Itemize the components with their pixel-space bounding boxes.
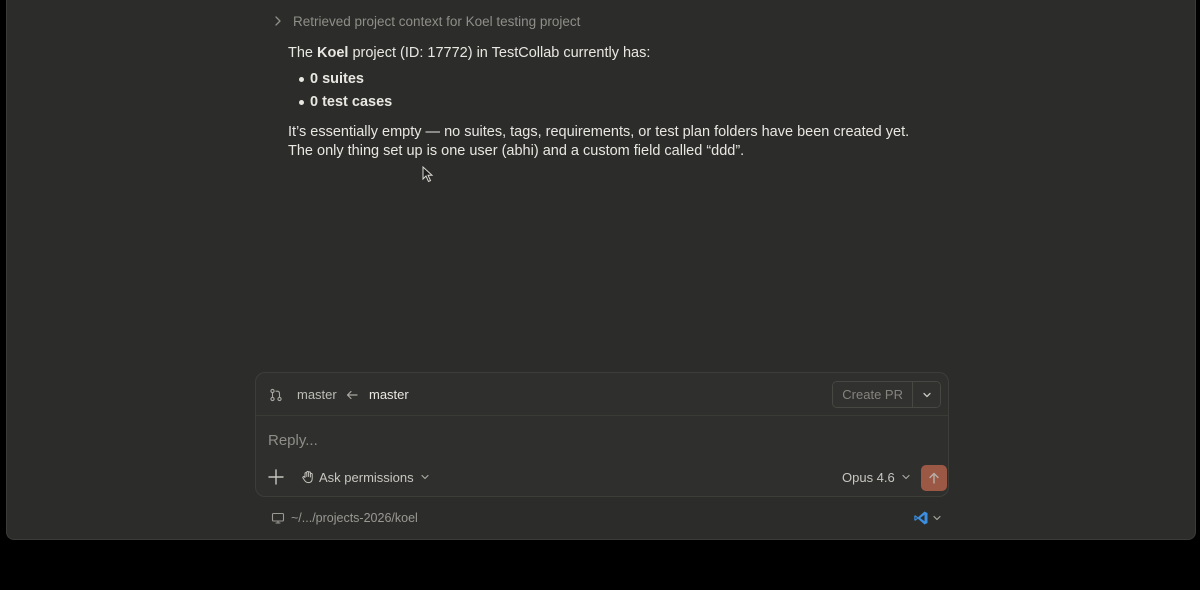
composer: master master Create PR Ask perm [255, 372, 949, 497]
chevron-down-icon [421, 474, 429, 480]
stats-list: 0 suites 0 test cases [288, 70, 928, 116]
intro-suffix: project (ID: 17772) in TestCollab curren… [348, 45, 651, 61]
tool-call-summary[interactable]: Retrieved project context for Koel testi… [271, 12, 580, 30]
intro-prefix: The [288, 45, 318, 61]
assistant-message: The Koel project (ID: 17772) in TestColl… [288, 44, 928, 161]
app-window: Retrieved project context for Koel testi… [6, 0, 1196, 540]
message-intro: The Koel project (ID: 17772) in TestColl… [288, 44, 928, 63]
monitor-icon [271, 512, 285, 524]
create-pr-group: Create PR [832, 381, 941, 408]
chevron-right-icon [275, 16, 281, 26]
add-attachment-button[interactable] [267, 468, 285, 486]
send-button[interactable] [921, 465, 947, 491]
hand-icon [302, 470, 313, 484]
mouse-cursor-icon [422, 166, 434, 183]
message-conclusion: It’s essentially empty — no suites, tags… [288, 124, 910, 159]
tool-call-label: Retrieved project context for Koel testi… [293, 13, 581, 29]
workspace-path[interactable]: ~/.../projects-2026/koel [271, 510, 418, 526]
arrow-up-icon [929, 472, 939, 484]
project-name: Koel [317, 45, 349, 61]
branch-bar: master master Create PR [256, 373, 948, 416]
permissions-label: Ask permissions [319, 469, 414, 485]
chevron-down-icon [922, 392, 931, 397]
reply-input[interactable] [268, 429, 908, 451]
list-item-test-cases: 0 test cases [288, 93, 928, 116]
vscode-icon [914, 511, 928, 525]
create-pr-button[interactable]: Create PR [833, 382, 913, 407]
git-pull-request-icon [270, 388, 282, 402]
permissions-dropdown[interactable]: Ask permissions [301, 468, 430, 486]
workspace-path-label: ~/.../projects-2026/koel [291, 511, 418, 525]
head-branch[interactable]: master [369, 387, 409, 403]
model-label: Opus 4.6 [842, 469, 895, 485]
chevron-down-icon [902, 474, 910, 480]
open-in-vscode-button[interactable] [913, 509, 942, 527]
model-selector[interactable]: Opus 4.6 [842, 469, 911, 485]
chevron-down-icon [933, 515, 941, 521]
base-branch[interactable]: master [297, 387, 337, 403]
create-pr-dropdown-button[interactable] [913, 382, 940, 407]
list-item-suites: 0 suites [288, 70, 928, 93]
arrow-left-icon [346, 390, 358, 400]
